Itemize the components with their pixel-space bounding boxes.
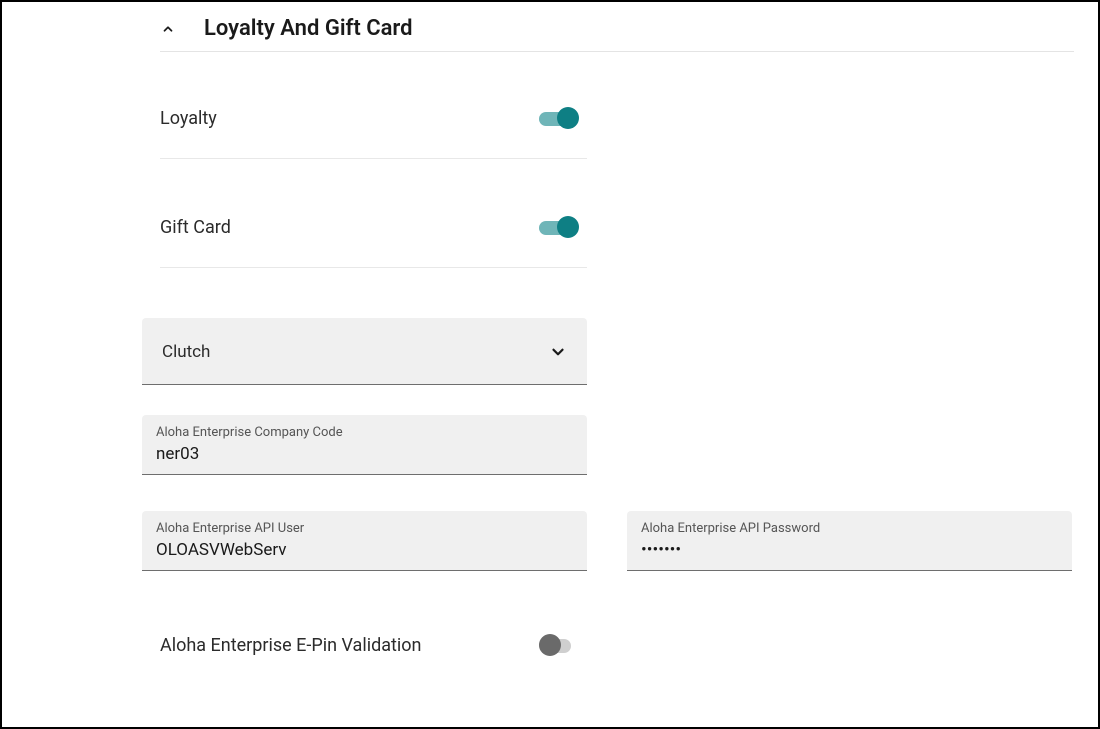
giftcard-row: Gift Card bbox=[160, 209, 587, 268]
giftcard-label: Gift Card bbox=[160, 217, 231, 238]
giftcard-toggle[interactable] bbox=[539, 215, 581, 239]
api-password-label: Aloha Enterprise API Password bbox=[641, 521, 1058, 536]
section-header[interactable]: Loyalty And Gift Card bbox=[160, 12, 1074, 52]
section-title: Loyalty And Gift Card bbox=[204, 16, 413, 41]
api-user-field[interactable]: Aloha Enterprise API User bbox=[142, 511, 587, 571]
epin-toggle[interactable] bbox=[539, 633, 581, 657]
chevron-up-icon bbox=[160, 21, 176, 37]
epin-row: Aloha Enterprise E-Pin Validation bbox=[160, 633, 587, 657]
api-password-field[interactable]: Aloha Enterprise API Password bbox=[627, 511, 1072, 571]
chevron-down-icon bbox=[549, 343, 567, 361]
provider-select[interactable]: Clutch bbox=[142, 318, 587, 385]
api-password-input[interactable] bbox=[641, 540, 1058, 560]
company-code-field[interactable]: Aloha Enterprise Company Code bbox=[142, 415, 587, 475]
company-code-label: Aloha Enterprise Company Code bbox=[156, 425, 573, 440]
loyalty-label: Loyalty bbox=[160, 108, 217, 129]
settings-column: Loyalty Gift Card Clutch Aloha Enterpris… bbox=[142, 100, 587, 475]
company-code-input[interactable] bbox=[156, 444, 573, 464]
loyalty-toggle[interactable] bbox=[539, 106, 581, 130]
epin-label: Aloha Enterprise E-Pin Validation bbox=[160, 635, 422, 656]
api-user-input[interactable] bbox=[156, 540, 573, 560]
api-credentials-row: Aloha Enterprise API User Aloha Enterpri… bbox=[142, 511, 1074, 571]
provider-selected-value: Clutch bbox=[162, 342, 210, 362]
api-user-label: Aloha Enterprise API User bbox=[156, 521, 573, 536]
loyalty-row: Loyalty bbox=[160, 100, 587, 159]
